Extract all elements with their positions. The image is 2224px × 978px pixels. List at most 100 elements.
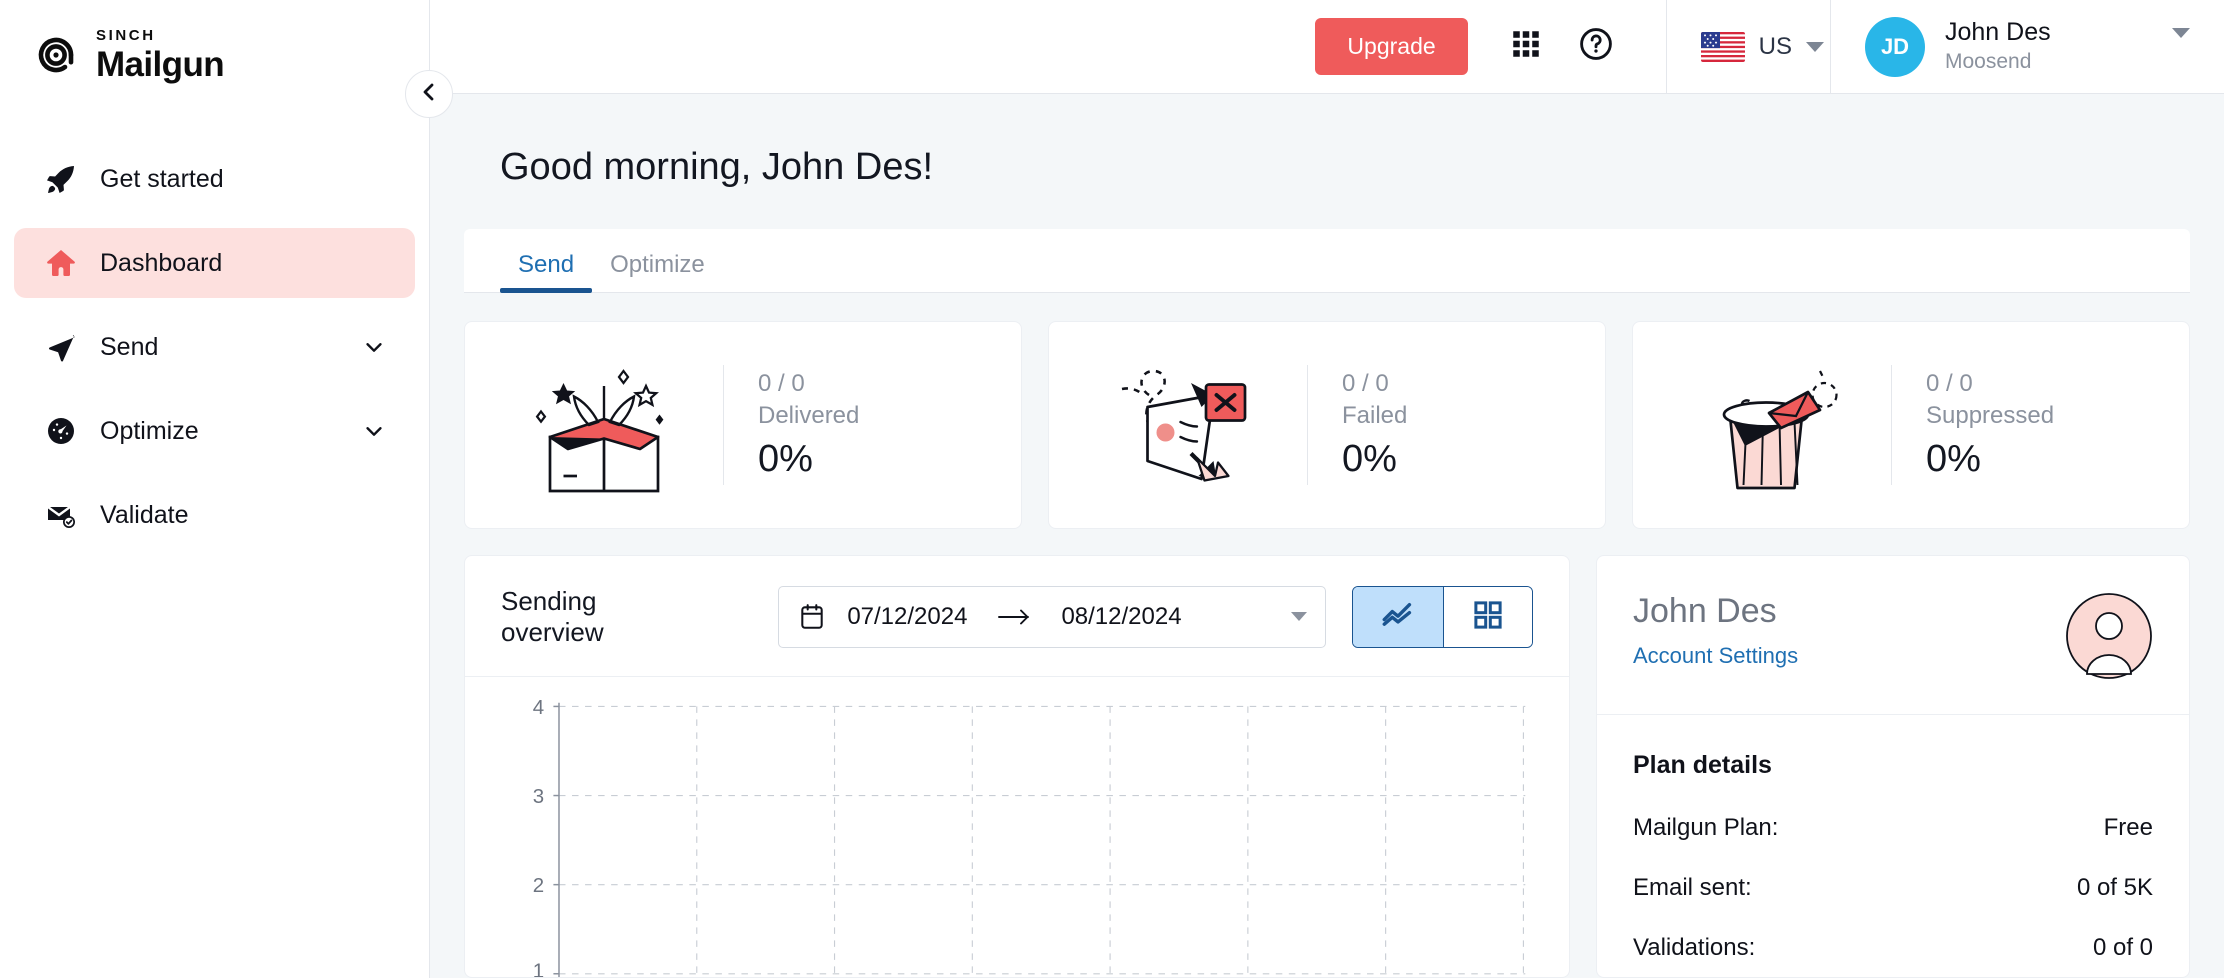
date-end-value[interactable]: 08/12/2024 xyxy=(1061,603,1181,631)
plan-row-validations: Validations: 0 of 0 xyxy=(1633,934,2153,962)
card-divider xyxy=(1891,365,1892,485)
chevron-down-icon[interactable] xyxy=(363,336,385,358)
y-tick-label: 4 xyxy=(533,699,544,719)
chevron-down-icon xyxy=(1806,42,1824,52)
stat-cards-row: 0 / 0 Delivered 0% xyxy=(464,321,2190,529)
help-button[interactable] xyxy=(1570,21,1622,73)
stat-card-failed[interactable]: 0 / 0 Failed 0% xyxy=(1048,321,1606,529)
locale-selector[interactable]: US xyxy=(1695,32,1830,62)
home-icon xyxy=(44,246,78,280)
chevron-down-icon[interactable] xyxy=(1291,612,1307,621)
avatar: JD xyxy=(1865,17,1925,77)
stat-percent: 0% xyxy=(1926,438,2054,481)
sending-overview-header: Sending overview 07/12/2024 xyxy=(465,556,1569,677)
stat-ratio: 0 / 0 xyxy=(758,368,859,400)
stat-percent: 0% xyxy=(1342,438,1407,481)
tab-optimize[interactable]: Optimize xyxy=(592,251,723,293)
plan-key: Mailgun Plan: xyxy=(1633,814,1778,842)
brand-sinch-text: SINCH xyxy=(96,28,224,43)
account-panel: John Des Account Settings Plan xyxy=(1596,555,2190,978)
stat-ratio: 0 / 0 xyxy=(1926,368,2054,400)
plan-details-title: Plan details xyxy=(1633,751,2153,780)
mailgun-at-logo-icon xyxy=(30,29,82,81)
lower-row: Sending overview 07/12/2024 xyxy=(464,555,2190,978)
trash-envelope-icon xyxy=(1667,345,1877,505)
chevron-down-icon xyxy=(2132,38,2190,56)
chevron-down-icon[interactable] xyxy=(363,420,385,442)
card-divider xyxy=(723,365,724,485)
paper-plane-icon xyxy=(44,330,78,364)
sidebar-nav: Get started Dashboard Send xyxy=(0,144,429,550)
tab-send[interactable]: Send xyxy=(500,251,592,293)
main-region: Upgrade xyxy=(430,0,2224,978)
grid-apps-icon xyxy=(1509,27,1543,66)
user-avatar-icon xyxy=(2065,592,2153,680)
topbar-divider xyxy=(1666,0,1667,94)
plan-row-mailgun-plan: Mailgun Plan: Free xyxy=(1633,814,2153,842)
chevron-left-icon xyxy=(417,80,441,109)
speedometer-icon xyxy=(44,414,78,448)
us-flag-icon xyxy=(1701,32,1745,62)
account-name: John Des xyxy=(1633,592,1777,630)
sidebar-item-get-started[interactable]: Get started xyxy=(14,144,415,214)
plan-value: 0 of 5K xyxy=(2077,874,2153,902)
stat-card-suppressed[interactable]: 0 / 0 Suppressed 0% xyxy=(1632,321,2190,529)
user-menu[interactable]: JD John Des Moosend xyxy=(1830,0,2224,94)
apps-grid-button[interactable] xyxy=(1500,21,1552,73)
stat-label: Failed xyxy=(1342,400,1407,432)
page-title: Good morning, John Des! xyxy=(464,94,2190,229)
brand-logo[interactable]: SINCH Mailgun xyxy=(0,0,429,82)
sending-overview-chart[interactable]: 4 3 2 1 xyxy=(465,677,1569,977)
locale-label: US xyxy=(1759,33,1792,61)
top-bar: Upgrade xyxy=(430,0,2224,94)
line-chart-icon xyxy=(1382,601,1414,632)
view-grid-button[interactable] xyxy=(1443,587,1532,647)
arrow-right-icon xyxy=(997,608,1031,626)
date-range-picker[interactable]: 07/12/2024 08/12/2024 xyxy=(778,586,1326,648)
app-root: SINCH Mailgun Get started xyxy=(0,0,2224,978)
sidebar-collapse-button[interactable] xyxy=(405,70,453,118)
stat-percent: 0% xyxy=(758,438,859,481)
sidebar-item-label: Send xyxy=(100,333,158,362)
plan-key: Email sent: xyxy=(1633,874,1752,902)
help-circle-icon xyxy=(1578,26,1614,67)
sending-overview-title: Sending overview xyxy=(501,586,700,648)
sidebar-item-label: Dashboard xyxy=(100,249,222,278)
stat-label: Delivered xyxy=(758,400,859,432)
account-header: John Des Account Settings xyxy=(1597,556,2189,715)
plan-key: Validations: xyxy=(1633,934,1755,962)
sidebar-item-label: Validate xyxy=(100,501,189,530)
open-gift-box-icon xyxy=(499,345,709,505)
y-tick-label: 3 xyxy=(533,785,544,808)
sidebar-item-send[interactable]: Send xyxy=(14,312,415,382)
plan-value: Free xyxy=(2104,814,2153,842)
sidebar-item-optimize[interactable]: Optimize xyxy=(14,396,415,466)
account-settings-link[interactable]: Account Settings xyxy=(1633,643,1798,669)
plan-value: 0 of 0 xyxy=(2093,934,2153,962)
sidebar-item-label: Get started xyxy=(100,165,224,194)
date-start-value[interactable]: 07/12/2024 xyxy=(847,603,967,631)
envelope-check-icon xyxy=(44,498,78,532)
content-region: Good morning, John Des! Send Optimize xyxy=(430,94,2224,978)
y-tick-label: 1 xyxy=(533,959,544,977)
stat-label: Suppressed xyxy=(1926,400,2054,432)
sidebar-item-validate[interactable]: Validate xyxy=(14,480,415,550)
upgrade-button[interactable]: Upgrade xyxy=(1315,18,1467,75)
brand-mailgun-text: Mailgun xyxy=(96,47,224,82)
sending-overview-card: Sending overview 07/12/2024 xyxy=(464,555,1570,978)
user-name: John Des xyxy=(1945,17,2051,48)
sidebar-item-label: Optimize xyxy=(100,417,199,446)
view-chart-button[interactable] xyxy=(1353,587,1442,647)
user-org: Moosend xyxy=(1945,48,2051,75)
view-mode-toggle xyxy=(1352,586,1533,648)
stat-card-delivered[interactable]: 0 / 0 Delivered 0% xyxy=(464,321,1022,529)
sidebar-item-dashboard[interactable]: Dashboard xyxy=(14,228,415,298)
tab-bar: Send Optimize xyxy=(464,229,2190,293)
plan-details: Plan details Mailgun Plan: Free Email se… xyxy=(1597,715,2189,978)
calendar-icon xyxy=(799,603,825,631)
plan-row-email-sent: Email sent: 0 of 5K xyxy=(1633,874,2153,902)
stat-ratio: 0 / 0 xyxy=(1342,368,1407,400)
caret-shape xyxy=(2172,28,2190,55)
y-tick-label: 2 xyxy=(533,874,544,897)
card-divider xyxy=(1307,365,1308,485)
